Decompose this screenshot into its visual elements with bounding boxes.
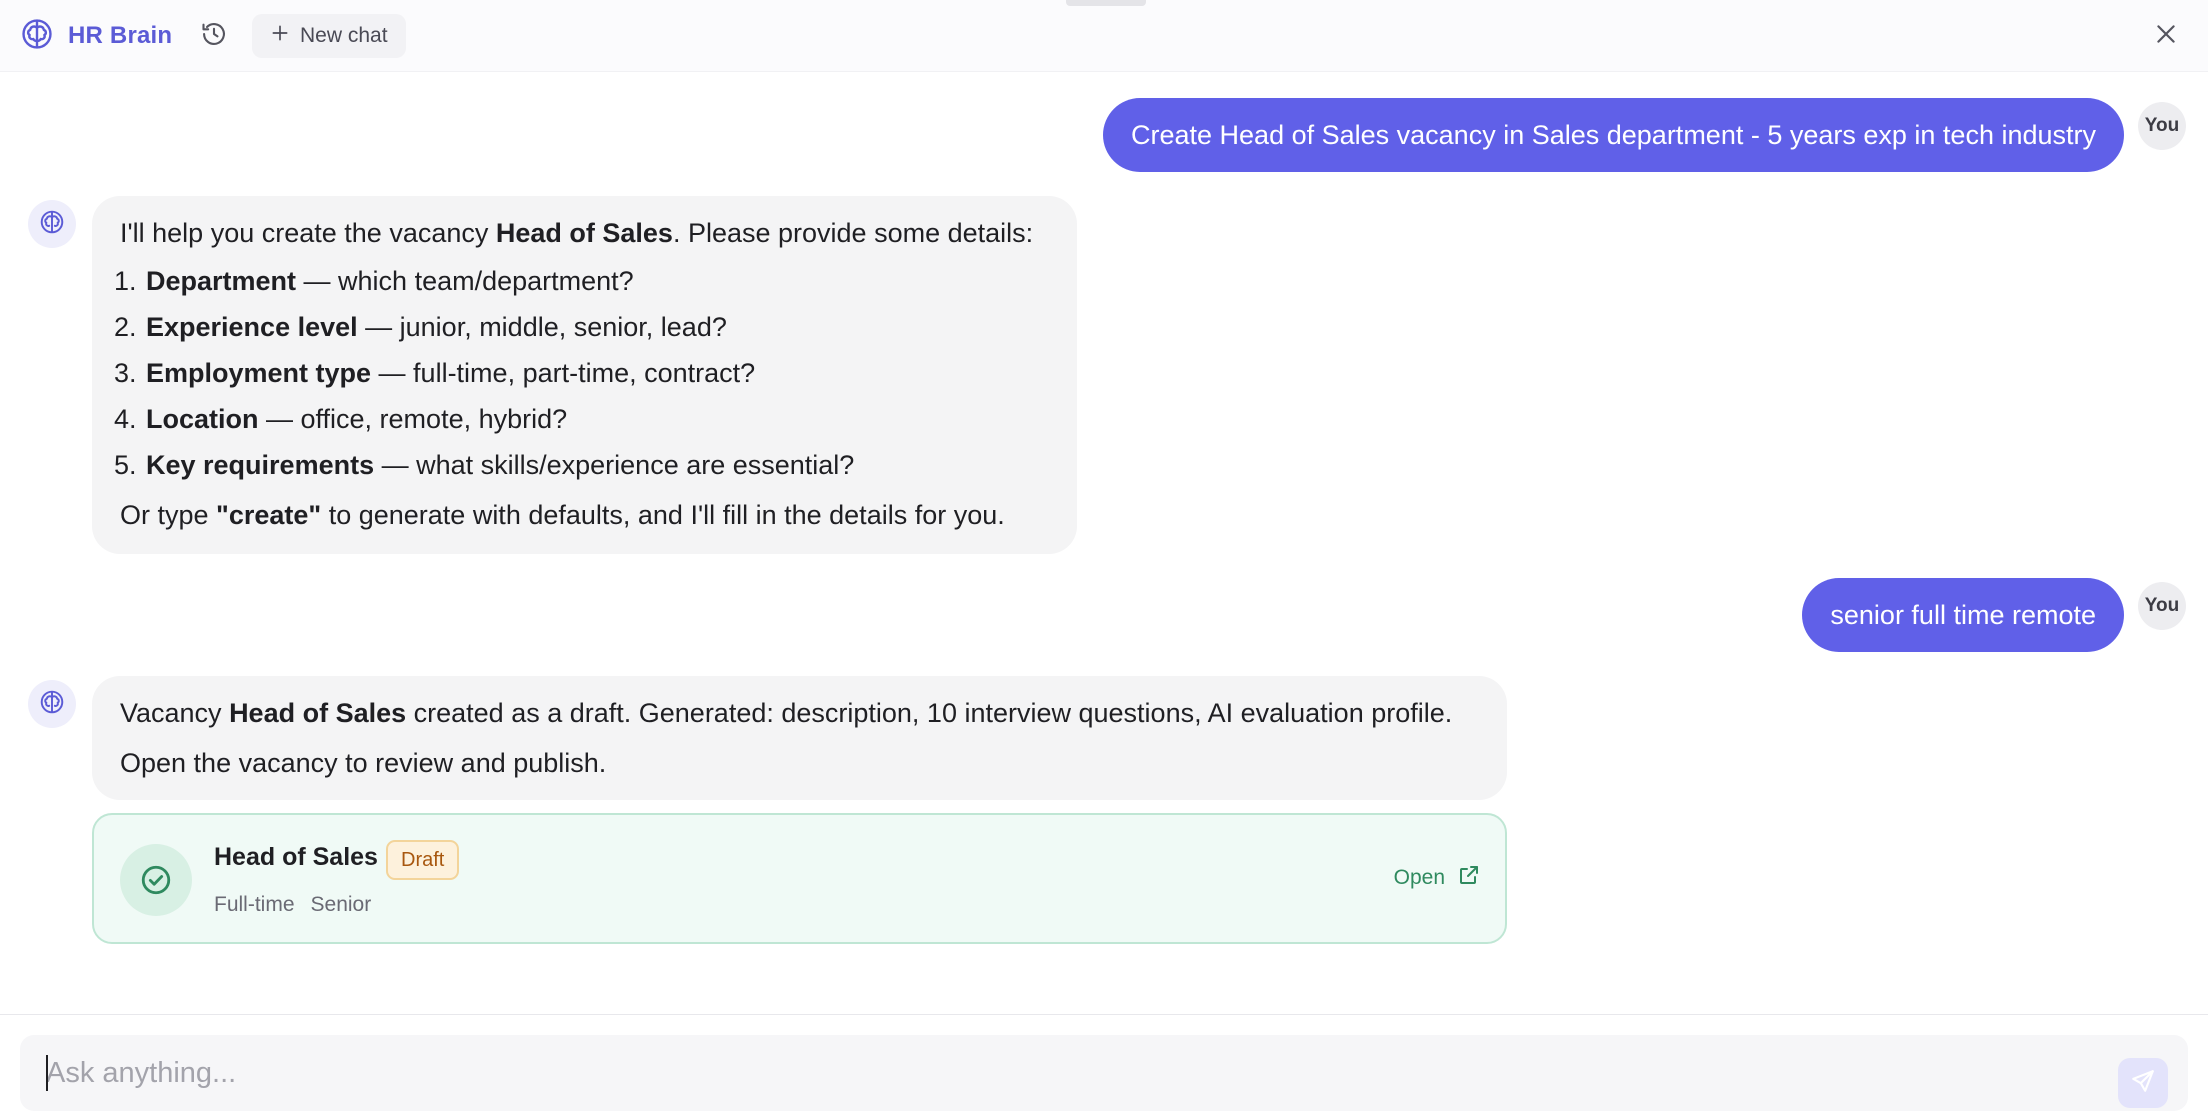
user-message-bubble: Create Head of Sales vacancy in Sales de…	[1103, 98, 2124, 172]
vacancy-title: Head of Sales	[214, 843, 378, 871]
assistant-result-line: Vacancy Head of Sales created as a draft…	[120, 698, 1453, 728]
user-avatar: You	[2138, 582, 2186, 630]
assistant-avatar	[28, 200, 76, 248]
brand: HR Brain	[20, 18, 172, 54]
assistant-message-bubble: Vacancy Head of Sales created as a draft…	[92, 676, 1507, 800]
composer	[0, 1014, 2208, 1116]
top-bar: HR Brain New chat	[0, 0, 2208, 72]
history-icon	[200, 20, 228, 53]
new-chat-label: New chat	[300, 24, 388, 47]
assistant-message-bubble: I'll help you create the vacancy Head of…	[92, 196, 1077, 554]
list-item: 3. Employment type — full-time, part-time…	[114, 358, 756, 388]
vacancy-card[interactable]: Head of Sales Draft Full-time Senior Ope…	[92, 813, 1507, 944]
send-icon	[2130, 1068, 2156, 1099]
list-item: 4. Location — office, remote, hybrid?	[114, 404, 568, 434]
user-message: Create Head of Sales vacancy in Sales de…	[1103, 98, 2186, 172]
list-item: 1. Department — which team/department?	[114, 266, 634, 296]
chat-input[interactable]	[46, 1047, 2106, 1099]
drag-handle[interactable]	[1066, 0, 1146, 6]
check-circle-icon	[120, 844, 192, 916]
list-item: 5. Key requirements — what skills/experie…	[114, 450, 855, 480]
send-button[interactable]	[2118, 1058, 2168, 1108]
assistant-intro: I'll help you create the vacancy Head of…	[120, 218, 1034, 248]
brain-icon	[39, 209, 65, 240]
status-badge: Draft	[386, 840, 460, 880]
details-list: 1. Department — which team/department? 2.…	[114, 258, 1049, 488]
list-item: 2. Experience level — junior, middle, sen…	[114, 312, 727, 342]
employment-type: Full-time	[214, 893, 295, 916]
new-chat-button[interactable]: New chat	[252, 14, 406, 58]
user-message-bubble: senior full time remote	[1802, 578, 2124, 652]
history-button[interactable]	[196, 18, 232, 54]
close-button[interactable]	[2148, 18, 2184, 54]
open-label: Open	[1393, 866, 1445, 889]
open-vacancy-link[interactable]: Open	[1394, 863, 1481, 893]
plus-icon	[270, 23, 290, 49]
experience-level: Senior	[310, 893, 372, 916]
user-message: senior full time remote You	[1802, 578, 2186, 652]
external-link-icon	[1457, 863, 1481, 893]
assistant-avatar	[28, 680, 76, 728]
composer-box	[20, 1035, 2188, 1111]
user-avatar: You	[2138, 102, 2186, 150]
assistant-result-line: Open the vacancy to review and publish.	[120, 748, 607, 778]
assistant-outro: Or type "create" to generate with defaul…	[120, 500, 1005, 530]
brand-title: HR Brain	[68, 22, 173, 49]
brain-icon	[39, 689, 65, 720]
text-caret	[46, 1055, 48, 1091]
close-icon	[2153, 21, 2179, 52]
brain-icon	[20, 17, 54, 56]
vacancy-meta: Full-time Senior	[214, 893, 371, 917]
